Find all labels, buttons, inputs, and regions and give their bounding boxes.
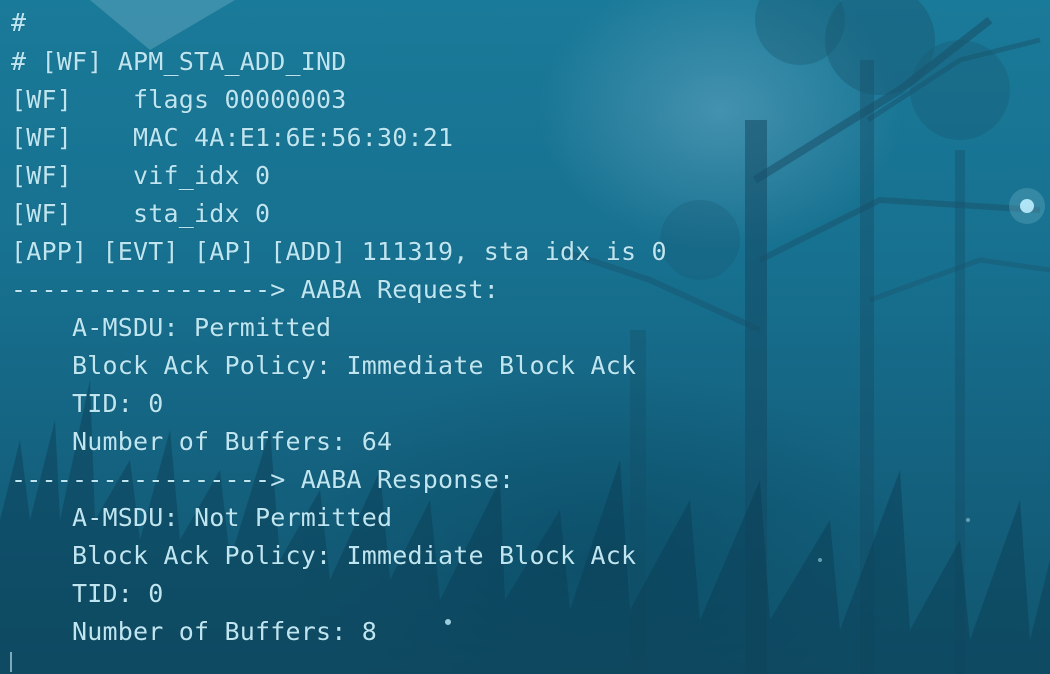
terminal-line: [WF] flags 00000003 [11,85,347,114]
terminal-line: TID: 0 [11,579,164,608]
terminal-line: Block Ack Policy: Immediate Block Ack [11,541,637,570]
text-cursor [10,652,12,672]
terminal-line: A-MSDU: Not Permitted [11,503,393,532]
terminal-output[interactable]: # # [WF] APM_STA_ADD_IND [WF] flags 0000… [0,0,1050,674]
terminal-line: -----------------> AABA Response: [11,465,515,494]
terminal-line: Number of Buffers: 64 [11,427,393,456]
terminal-line: Number of Buffers: 8 [11,617,378,646]
terminal-line: A-MSDU: Permitted [11,313,332,342]
terminal-line: # [11,8,27,37]
terminal-line: [WF] sta_idx 0 [11,199,271,228]
terminal-line: TID: 0 [11,389,164,418]
terminal-line: Block Ack Policy: Immediate Block Ack [11,351,637,380]
terminal-line: -----------------> AABA Request: [11,275,500,304]
terminal-line: # [WF] APM_STA_ADD_IND [11,47,347,76]
terminal-line: [WF] MAC 4A:E1:6E:56:30:21 [11,123,454,152]
terminal-line: [APP] [EVT] [AP] [ADD] 111319, sta idx i… [11,237,667,266]
terminal-line: [WF] vif_idx 0 [11,161,271,190]
